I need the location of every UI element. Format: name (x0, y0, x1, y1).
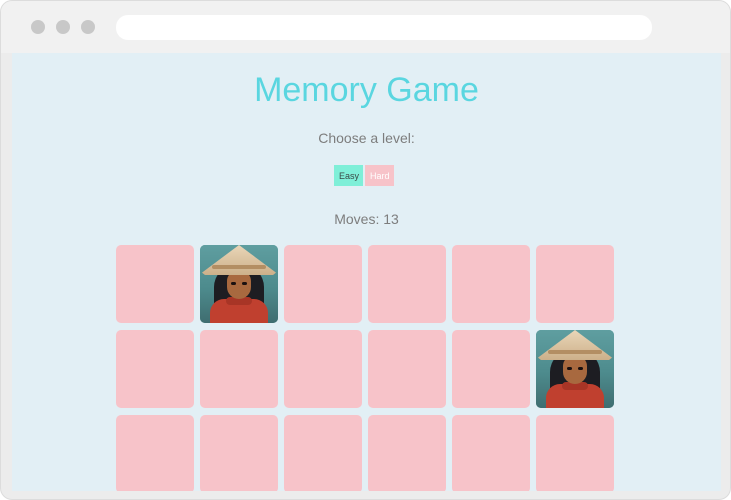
memory-card-revealed[interactable] (536, 330, 614, 408)
level-buttons: Easy Hard (334, 165, 394, 186)
moves-counter: Moves: 13 (334, 211, 399, 227)
memory-card[interactable] (368, 245, 446, 323)
memory-card[interactable] (200, 330, 278, 408)
memory-card[interactable] (284, 330, 362, 408)
page-viewport: Memory Game Choose a level: Easy Hard Mo… (12, 53, 721, 491)
easy-button[interactable]: Easy (334, 165, 363, 186)
memory-card[interactable] (368, 330, 446, 408)
character-image (536, 330, 614, 408)
page-title: Memory Game (254, 71, 479, 109)
memory-card[interactable] (368, 415, 446, 491)
address-bar[interactable] (116, 15, 652, 40)
card-board (116, 245, 614, 491)
window-maximize-dot[interactable] (81, 20, 95, 34)
memory-card-revealed[interactable] (200, 245, 278, 323)
window-close-dot[interactable] (31, 20, 45, 34)
memory-card[interactable] (284, 415, 362, 491)
memory-card[interactable] (452, 330, 530, 408)
character-image (200, 245, 278, 323)
memory-card[interactable] (116, 415, 194, 491)
memory-card[interactable] (452, 245, 530, 323)
browser-title-bar (1, 1, 730, 53)
memory-card[interactable] (200, 415, 278, 491)
browser-window: Memory Game Choose a level: Easy Hard Mo… (0, 0, 731, 500)
memory-card[interactable] (536, 415, 614, 491)
memory-card[interactable] (116, 330, 194, 408)
memory-card[interactable] (116, 245, 194, 323)
memory-card[interactable] (452, 415, 530, 491)
memory-card[interactable] (284, 245, 362, 323)
window-minimize-dot[interactable] (56, 20, 70, 34)
hard-button[interactable]: Hard (365, 165, 394, 186)
level-label: Choose a level: (318, 130, 415, 146)
memory-card[interactable] (536, 245, 614, 323)
